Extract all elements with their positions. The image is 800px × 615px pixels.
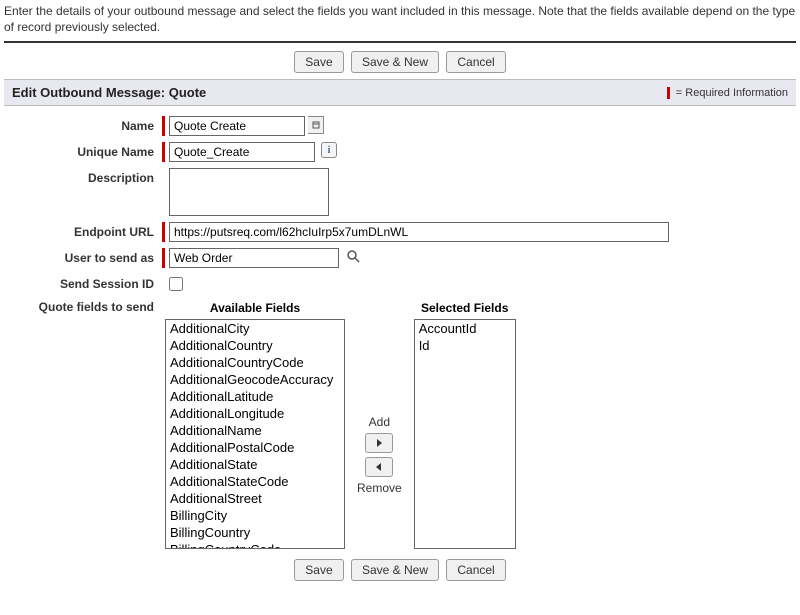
list-item[interactable]: AdditionalCountry (166, 337, 344, 354)
spacer (162, 274, 165, 288)
list-item[interactable]: BillingCity (166, 507, 344, 524)
save-button[interactable]: Save (294, 559, 343, 581)
list-item[interactable]: AdditionalCountryCode (166, 354, 344, 371)
available-column: Available Fields AdditionalCityAdditiona… (165, 301, 345, 549)
top-button-row: Save Save & New Cancel (4, 51, 796, 73)
list-item[interactable]: AdditionalStreet (166, 490, 344, 507)
row-user: User to send as (4, 248, 796, 268)
required-marker (162, 248, 165, 268)
user-input[interactable] (169, 248, 339, 268)
list-item[interactable]: BillingCountry (166, 524, 344, 541)
remove-button[interactable] (365, 457, 393, 477)
selected-list[interactable]: AccountIdId (414, 319, 516, 549)
divider (4, 41, 796, 43)
cancel-button[interactable]: Cancel (446, 51, 505, 73)
required-text: = Required Information (676, 87, 788, 99)
save-new-button[interactable]: Save & New (351, 51, 439, 73)
cancel-button[interactable]: Cancel (446, 559, 505, 581)
save-new-button[interactable]: Save & New (351, 559, 439, 581)
required-info: = Required Information (667, 87, 788, 99)
required-marker (162, 116, 165, 136)
list-item[interactable]: AdditionalState (166, 456, 344, 473)
list-item[interactable]: AdditionalPostalCode (166, 439, 344, 456)
endpoint-input[interactable] (169, 222, 669, 242)
row-description: Description (4, 168, 796, 216)
lookup-icon[interactable] (345, 248, 363, 266)
remove-label: Remove (357, 481, 402, 495)
label-name: Name (4, 116, 162, 133)
label-unique-name: Unique Name (4, 142, 162, 159)
info-icon[interactable]: i (321, 142, 337, 158)
selected-title: Selected Fields (421, 301, 508, 315)
list-item[interactable]: AdditionalLongitude (166, 405, 344, 422)
unique-name-input[interactable] (169, 142, 315, 162)
label-user: User to send as (4, 248, 162, 265)
name-input[interactable] (169, 116, 305, 136)
list-item[interactable]: AdditionalLatitude (166, 388, 344, 405)
dual-list: Available Fields AdditionalCityAdditiona… (165, 301, 516, 549)
spacer (162, 168, 165, 216)
name-combo-icon[interactable] (308, 116, 324, 134)
list-item[interactable]: AdditionalName (166, 422, 344, 439)
available-title: Available Fields (210, 301, 300, 315)
label-session: Send Session ID (4, 274, 162, 291)
label-fields: Quote fields to send (4, 297, 162, 314)
transfer-buttons: Add Remove (357, 301, 402, 549)
list-item[interactable]: AccountId (415, 320, 515, 337)
label-endpoint: Endpoint URL (4, 222, 162, 239)
row-name: Name (4, 116, 796, 136)
required-marker (162, 142, 165, 162)
label-description: Description (4, 168, 162, 185)
save-button[interactable]: Save (294, 51, 343, 73)
section-header: Edit Outbound Message: Quote = Required … (4, 79, 796, 106)
row-endpoint: Endpoint URL (4, 222, 796, 242)
list-item[interactable]: AdditionalStateCode (166, 473, 344, 490)
section-title: Edit Outbound Message: Quote (12, 85, 206, 100)
required-marker (162, 222, 165, 242)
add-label: Add (369, 415, 390, 429)
list-item[interactable]: BillingCountryCode (166, 541, 344, 549)
bottom-button-row: Save Save & New Cancel (4, 559, 796, 581)
row-session: Send Session ID (4, 274, 796, 291)
selected-column: Selected Fields AccountIdId (414, 301, 516, 549)
add-button[interactable] (365, 433, 393, 453)
list-item[interactable]: AdditionalCity (166, 320, 344, 337)
list-item[interactable]: Id (415, 337, 515, 354)
description-textarea[interactable] (169, 168, 329, 216)
available-list[interactable]: AdditionalCityAdditionalCountryAdditiona… (165, 319, 345, 549)
row-fields: Quote fields to send Available Fields Ad… (4, 297, 796, 549)
session-checkbox[interactable] (169, 277, 183, 291)
row-unique-name: Unique Name i (4, 142, 796, 162)
intro-text: Enter the details of your outbound messa… (4, 4, 796, 35)
list-item[interactable]: AdditionalGeocodeAccuracy (166, 371, 344, 388)
required-icon (667, 87, 670, 99)
